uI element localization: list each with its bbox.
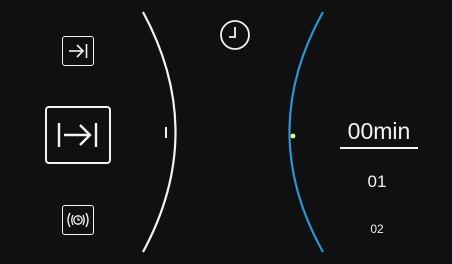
arrow-to-bar-icon: [69, 44, 88, 58]
skip-to-end-button[interactable]: [62, 36, 94, 66]
bar-arrow-to-bar-icon: [57, 123, 98, 147]
oven-timer-screen: 00min 01 02: [0, 0, 452, 264]
end-time-mode-button[interactable]: [45, 106, 111, 164]
selected-time-value[interactable]: 00min: [340, 118, 418, 149]
dial-position-indicator: [290, 133, 296, 139]
time-option-next[interactable]: 01: [355, 172, 399, 192]
left-divider-arc: [142, 11, 177, 253]
time-option-after-next[interactable]: 02: [360, 222, 394, 236]
remote-clock-icon: [67, 212, 89, 228]
clock-icon: [220, 20, 250, 50]
right-accent-arc: [288, 11, 324, 253]
remote-start-button[interactable]: [62, 205, 94, 235]
